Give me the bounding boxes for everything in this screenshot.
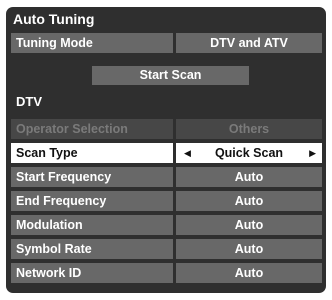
scan-type-label: Scan Type [11, 143, 173, 163]
operator-selection-row: Operator Selection Others [11, 119, 322, 139]
network-id-value: Auto [176, 263, 322, 283]
end-frequency-value: Auto [176, 191, 322, 211]
scan-type-row[interactable]: Scan Type ◀ Quick Scan ▶ [11, 143, 322, 163]
network-id-label: Network ID [11, 263, 173, 283]
operator-selection-label: Operator Selection [11, 119, 173, 139]
modulation-row[interactable]: Modulation Auto [11, 215, 322, 235]
tuning-mode-label: Tuning Mode [11, 33, 173, 53]
end-frequency-label: End Frequency [11, 191, 173, 211]
symbol-rate-label: Symbol Rate [11, 239, 173, 259]
tuning-mode-row[interactable]: Tuning Mode DTV and ATV [11, 33, 322, 53]
modulation-label: Modulation [11, 215, 173, 235]
symbol-rate-value: Auto [176, 239, 322, 259]
triangle-right-icon[interactable]: ▶ [309, 143, 316, 163]
scan-type-value: Quick Scan [214, 146, 284, 160]
panel-title: Auto Tuning [13, 11, 95, 27]
tuning-mode-value: DTV and ATV [176, 33, 322, 53]
auto-tuning-panel: Auto Tuning Tuning Mode DTV and ATV Star… [6, 7, 326, 293]
end-frequency-row[interactable]: End Frequency Auto [11, 191, 322, 211]
network-id-row[interactable]: Network ID Auto [11, 263, 322, 283]
dtv-section-heading: DTV [16, 94, 42, 109]
start-frequency-value: Auto [176, 167, 322, 187]
start-scan-button[interactable]: Start Scan [92, 66, 249, 85]
modulation-value: Auto [176, 215, 322, 235]
triangle-left-icon[interactable]: ◀ [184, 143, 191, 163]
start-frequency-row[interactable]: Start Frequency Auto [11, 167, 322, 187]
symbol-rate-row[interactable]: Symbol Rate Auto [11, 239, 322, 259]
scan-type-value-container[interactable]: ◀ Quick Scan ▶ [176, 143, 322, 163]
operator-selection-value: Others [176, 119, 322, 139]
start-frequency-label: Start Frequency [11, 167, 173, 187]
